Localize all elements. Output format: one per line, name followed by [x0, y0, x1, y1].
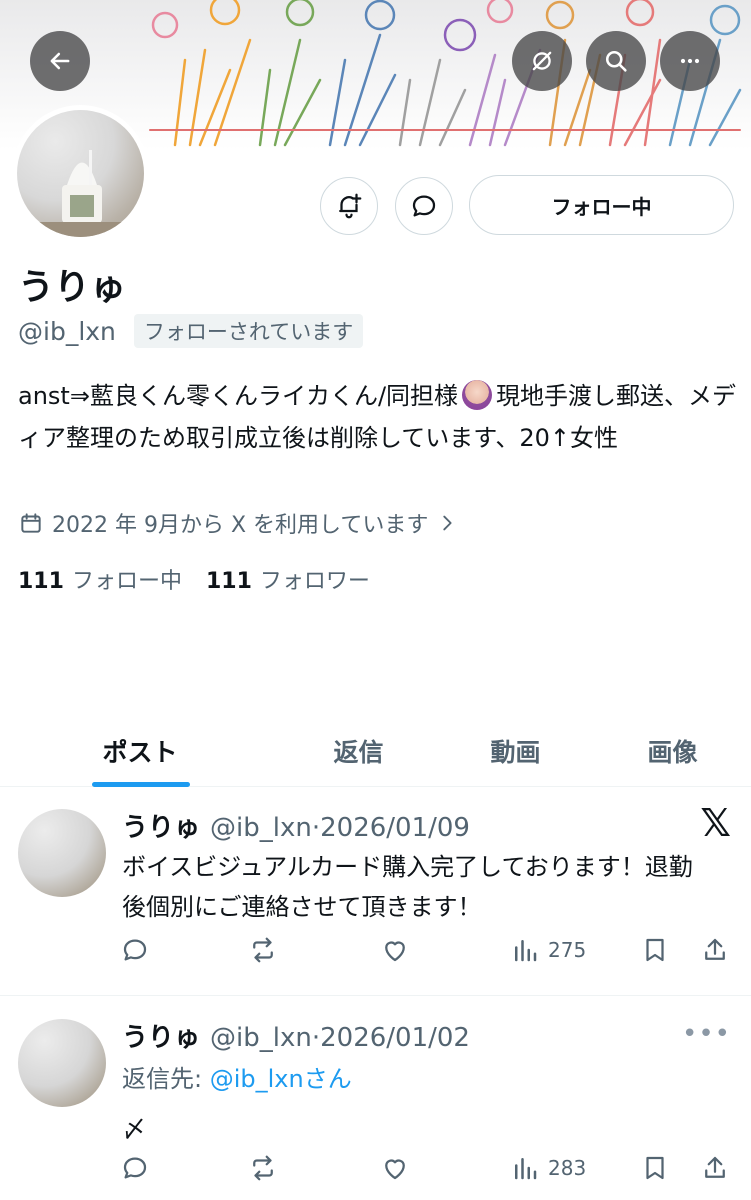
- profile-handle: @ib_lxn: [18, 316, 116, 346]
- post-separator: ·: [311, 813, 321, 843]
- post-header: うりゅ @ib_lxn · 2026/01/02: [122, 1017, 470, 1054]
- profile-tabs: ポスト 返信 動画 画像: [0, 715, 751, 787]
- repost-button[interactable]: [248, 1153, 278, 1183]
- bookmark-icon: [646, 938, 664, 962]
- tab-posts[interactable]: ポスト: [0, 715, 280, 786]
- reply-button[interactable]: [120, 935, 150, 965]
- post-actions: 275: [120, 935, 735, 975]
- share-icon: [705, 938, 725, 960]
- post-text: 〆: [122, 1115, 146, 1143]
- post-date: 2026/01/09: [320, 813, 470, 843]
- reply-to-line: 返信先: @ib_lxnさん: [122, 1059, 352, 1094]
- profile-avatar[interactable]: [12, 105, 149, 242]
- soft-serve-image: [17, 150, 144, 237]
- bookmark-button[interactable]: [640, 1153, 670, 1183]
- repost-button[interactable]: [248, 935, 278, 965]
- post-separator: ·: [311, 1023, 321, 1053]
- heart-icon: [385, 1159, 405, 1180]
- reply-to-prefix: 返信先:: [122, 1065, 210, 1093]
- profile-name: うりゅ: [18, 267, 127, 308]
- views-button[interactable]: 275: [510, 935, 586, 965]
- joined-date-row[interactable]: 2022 年 9月から X を利用しています: [18, 507, 458, 539]
- views-icon: [515, 940, 537, 962]
- share-button[interactable]: [700, 935, 730, 965]
- handle-row: @ib_lxn フォローされています: [18, 314, 364, 348]
- tab-videos[interactable]: 動画: [437, 715, 594, 786]
- following-label: フォロー中: [71, 569, 182, 594]
- more-icon: [680, 58, 700, 64]
- repost-icon: [253, 937, 273, 963]
- post-author-name: うりゅ: [122, 813, 201, 843]
- tab-images[interactable]: 画像: [594, 715, 751, 786]
- back-arrow-icon: [50, 52, 70, 70]
- search-icon: [605, 50, 627, 72]
- post-text: ボイスビジュアルカード購入完了しております！退勤後個別にご連絡させて頂きます！: [122, 853, 693, 921]
- followers-stat[interactable]: 111 フォロワー: [206, 563, 370, 595]
- share-button[interactable]: [700, 1153, 730, 1183]
- chevron-right-icon: [443, 515, 452, 531]
- post-author-name: うりゅ: [122, 1023, 201, 1053]
- back-button[interactable]: [30, 31, 90, 91]
- post-author-handle: @ib_lxn: [210, 813, 312, 843]
- post-more-icon[interactable]: •••: [682, 1019, 731, 1049]
- followers-label: フォロワー: [259, 569, 370, 594]
- following-count: 111: [18, 569, 64, 594]
- post-author-handle: @ib_lxn: [210, 1023, 312, 1053]
- views-button[interactable]: 283: [510, 1153, 586, 1183]
- share-icon: [705, 1156, 725, 1178]
- more-button[interactable]: [660, 31, 720, 91]
- woman-gesturing-ok-emoji: [462, 380, 493, 410]
- notify-button[interactable]: [320, 177, 378, 235]
- repost-icon: [253, 1155, 273, 1181]
- follow-stats: 111 フォロー中 111 フォロワー: [18, 563, 370, 595]
- grok-button[interactable]: [512, 31, 572, 91]
- post-actions: 283: [120, 1153, 735, 1193]
- like-button[interactable]: [380, 1153, 410, 1183]
- profile-bio: anst⇒藍良くん零くんライカくん/同担様 現地手渡し郵送、メディア整理のため取引…: [18, 375, 738, 459]
- bookmark-button[interactable]: [640, 935, 670, 965]
- heart-icon: [385, 941, 405, 962]
- message-button[interactable]: [395, 177, 453, 235]
- views-count: 283: [548, 1156, 587, 1180]
- following-button[interactable]: フォロー中: [469, 175, 734, 235]
- tab-replies[interactable]: 返信: [280, 715, 437, 786]
- bio-text-part1: anst⇒藍良くん零くんライカくん/同担様: [18, 382, 459, 410]
- bell-plus-icon: [339, 193, 362, 219]
- calendar-icon: [21, 513, 41, 533]
- post-date: 2026/01/02: [320, 1023, 470, 1053]
- views-icon: [515, 1158, 537, 1180]
- reply-icon: [123, 939, 147, 961]
- post-header: うりゅ @ib_lxn · 2026/01/09: [122, 807, 470, 844]
- following-stat[interactable]: 111 フォロー中: [18, 563, 182, 595]
- x-logo-icon: 𝕏: [700, 801, 731, 845]
- reply-mention-link[interactable]: @ib_lxnさん: [210, 1065, 352, 1093]
- followers-count: 111: [205, 569, 252, 594]
- follows-you-badge: フォローされています: [133, 314, 364, 348]
- like-button[interactable]: [380, 935, 410, 965]
- bookmark-icon: [646, 1156, 664, 1180]
- message-icon: [412, 195, 436, 217]
- reply-button[interactable]: [120, 1153, 150, 1183]
- search-button[interactable]: [586, 31, 646, 91]
- joined-text: 2022 年 9月から X を利用しています: [52, 513, 429, 538]
- post-item[interactable]: うりゅ @ib_lxn · 2026/01/09 𝕏 ボイスビジュアルカード購入…: [0, 787, 751, 996]
- views-count: 275: [548, 938, 587, 962]
- post-item[interactable]: うりゅ @ib_lxn · 2026/01/02 ••• 返信先: @ib_lx…: [0, 997, 751, 1200]
- reply-icon: [123, 1157, 147, 1179]
- post-avatar[interactable]: [18, 1019, 106, 1107]
- post-avatar[interactable]: [18, 809, 106, 897]
- grok-icon: [532, 51, 552, 71]
